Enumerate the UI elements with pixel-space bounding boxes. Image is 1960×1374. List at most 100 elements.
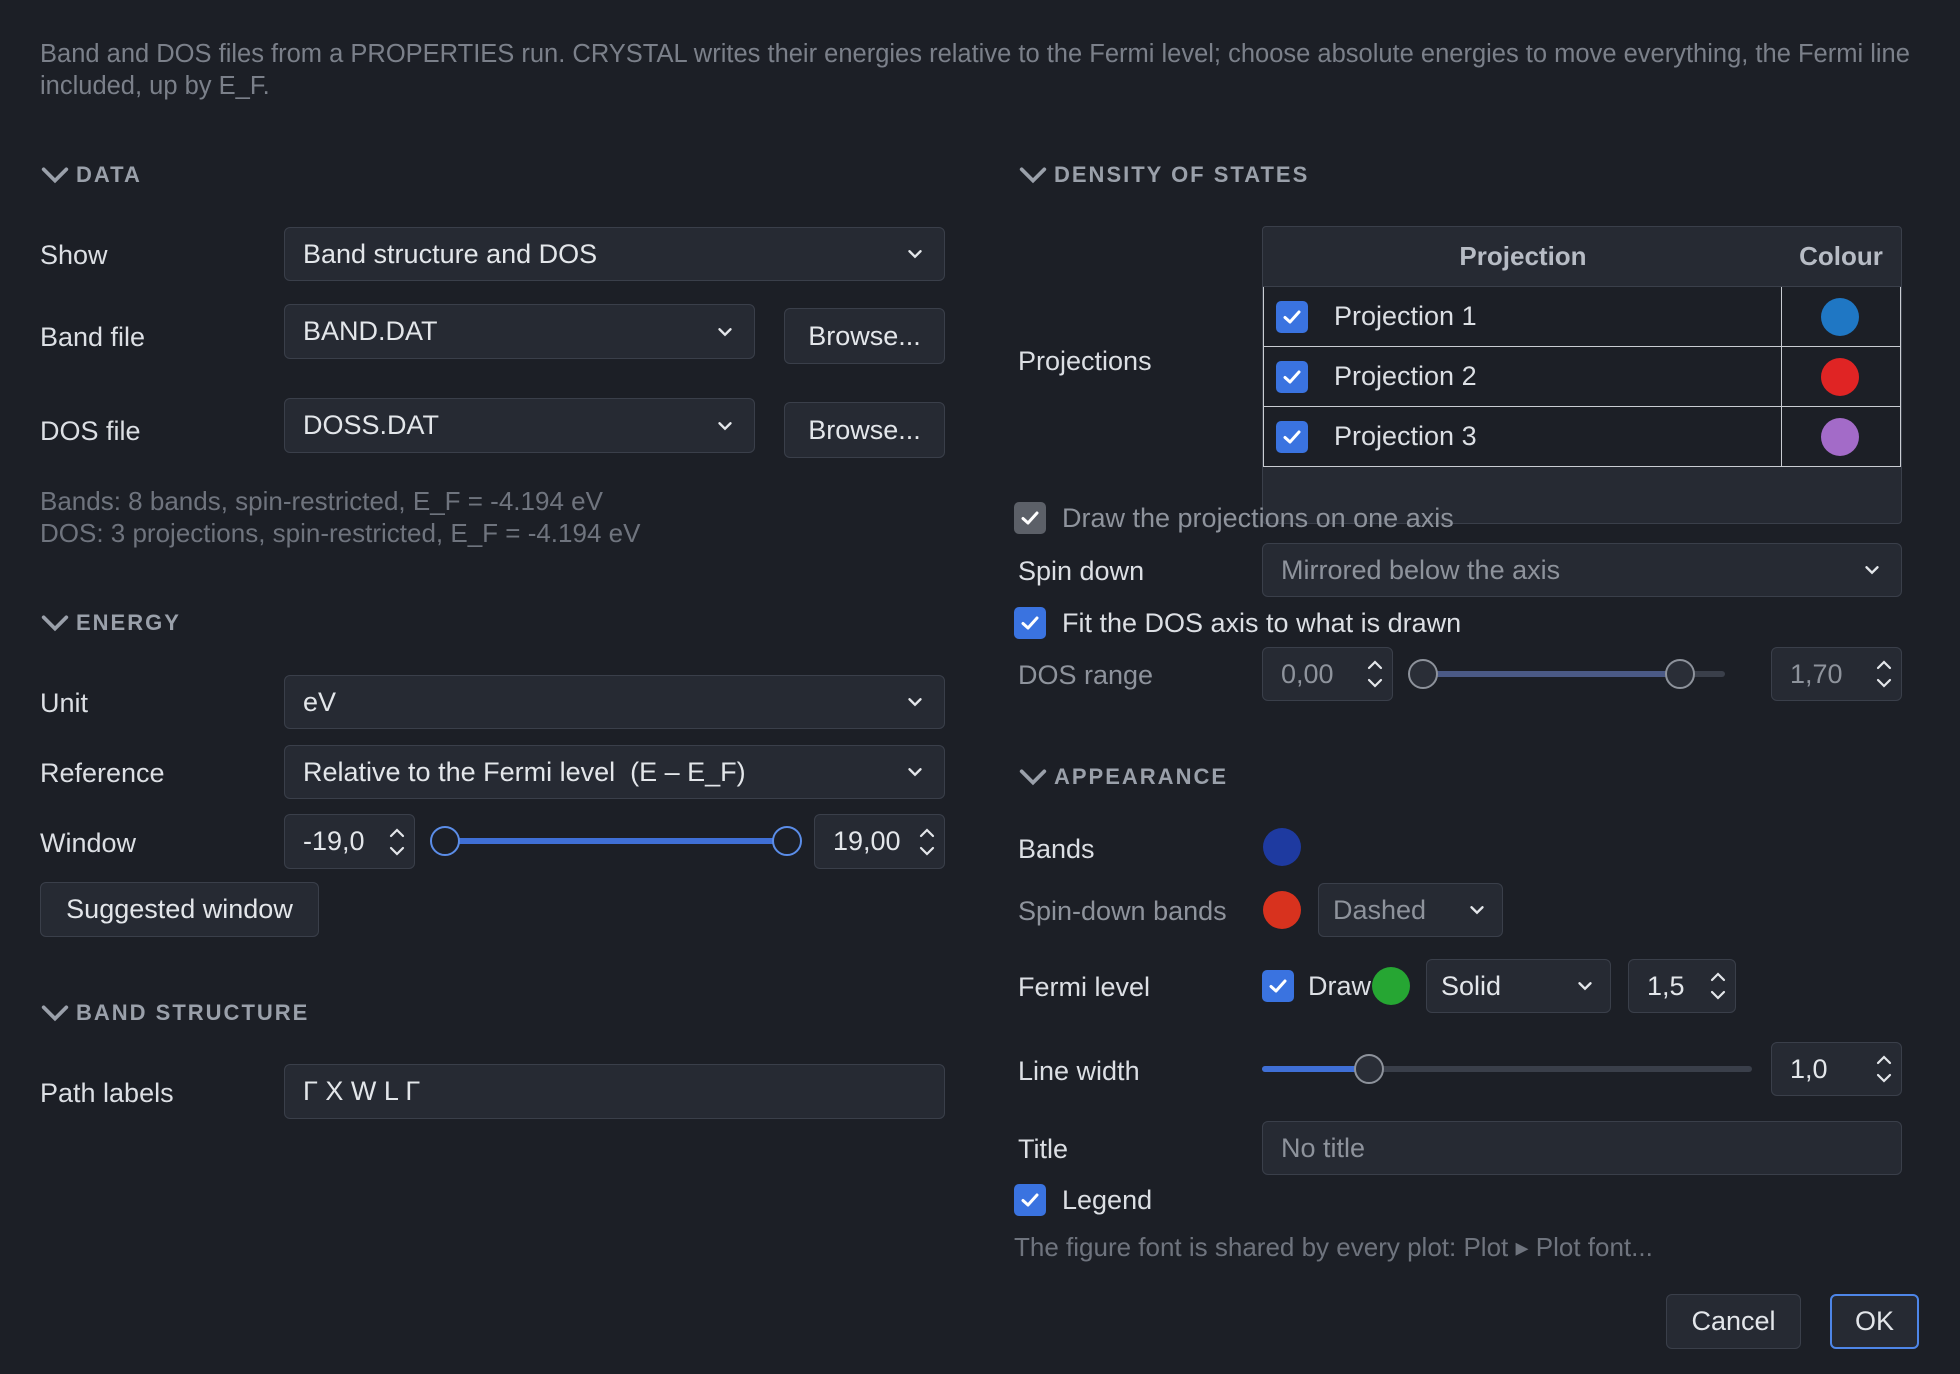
window-min-handle[interactable]	[430, 826, 460, 856]
chevron-up-icon[interactable]	[1709, 970, 1727, 984]
fit-axis-checkbox[interactable]	[1014, 607, 1046, 639]
band-browse-button[interactable]: Browse...	[784, 308, 945, 364]
chevron-down-icon[interactable]	[388, 844, 406, 858]
checkmark-icon	[1021, 1193, 1039, 1207]
line-width-value: 1,0	[1790, 1053, 1828, 1084]
dos-range-max-handle[interactable]	[1664, 659, 1695, 689]
dos-range-max-spinbox[interactable]: 1,70	[1771, 647, 1902, 701]
ok-button[interactable]: OK	[1830, 1294, 1919, 1349]
one-axis-option[interactable]: Draw the projections on one axis	[1014, 502, 1454, 534]
projection-1-color-swatch[interactable]	[1821, 297, 1859, 336]
projection-column-header[interactable]: Projection	[1263, 241, 1783, 272]
window-range-slider[interactable]	[430, 826, 802, 856]
reference-select[interactable]: Relative to the Fermi level (E – E_F)	[284, 745, 945, 799]
one-axis-label: Draw the projections on one axis	[1062, 502, 1454, 533]
projection-3-checkbox[interactable]	[1276, 420, 1308, 453]
projection-1-checkbox[interactable]	[1276, 300, 1308, 333]
path-labels-value: Γ X W L Γ	[303, 1076, 421, 1106]
fermi-draw-checkbox[interactable]	[1262, 970, 1294, 1002]
table-row[interactable]: Projection 2	[1263, 347, 1901, 407]
data-section-header[interactable]: DATA	[38, 158, 142, 192]
table-row[interactable]: Projection 1	[1263, 287, 1901, 347]
projection-2-checkbox[interactable]	[1276, 360, 1308, 393]
window-max-handle[interactable]	[772, 826, 802, 856]
chevron-down-icon	[1470, 906, 1484, 915]
window-max-spinbox[interactable]: 19,00	[814, 814, 945, 869]
checkmark-icon	[1283, 430, 1301, 443]
colour-column-header[interactable]: Colour	[1783, 241, 1899, 272]
dos-section-header[interactable]: DENSITY OF STATES	[1016, 158, 1309, 192]
reference-label: Reference	[40, 758, 165, 788]
path-labels-label: Path labels	[40, 1078, 174, 1108]
fermi-width-spinbox[interactable]: 1,5	[1628, 959, 1736, 1013]
title-label: Title	[1018, 1134, 1069, 1164]
band-file-select[interactable]: BAND.DAT	[284, 304, 755, 359]
line-width-slider[interactable]	[1262, 1054, 1752, 1084]
appearance-section-header[interactable]: APPEARANCE	[1016, 760, 1228, 794]
spin-down-value: Mirrored below the axis	[1281, 554, 1561, 585]
projections-table: Projection Colour Projection 1 Projectio…	[1262, 226, 1902, 524]
fermi-draw-label: Draw	[1308, 970, 1372, 1001]
fit-axis-option[interactable]: Fit the DOS axis to what is drawn	[1014, 607, 1461, 639]
chevron-up-icon[interactable]	[1366, 658, 1384, 672]
band-file-label: Band file	[40, 322, 146, 352]
chevron-up-icon[interactable]	[388, 826, 406, 840]
fermi-color-swatch[interactable]	[1372, 967, 1410, 1005]
legend-option[interactable]: Legend	[1014, 1184, 1152, 1216]
chevron-down-icon	[41, 615, 69, 632]
chevron-up-icon[interactable]	[1875, 1053, 1893, 1067]
dos-range-min-spinbox[interactable]: 0,00	[1262, 647, 1393, 701]
dos-range-label: DOS range	[1018, 660, 1154, 690]
chevron-down-icon[interactable]	[1709, 988, 1727, 1002]
spin-down-style-select[interactable]: Dashed	[1318, 883, 1503, 937]
path-labels-input[interactable]: Γ X W L Γ	[284, 1064, 945, 1119]
window-min-spinbox[interactable]: -19,0	[284, 814, 415, 869]
unit-label: Unit	[40, 688, 89, 718]
line-width-spinbox[interactable]: 1,0	[1771, 1042, 1902, 1096]
chevron-down-icon	[718, 421, 732, 430]
fermi-draw-option[interactable]: Draw	[1262, 970, 1371, 1002]
window-max-value: 19,00	[833, 826, 901, 856]
unit-select[interactable]: eV	[284, 675, 945, 729]
one-axis-checkbox[interactable]	[1014, 502, 1046, 534]
dos-range-min-value: 0,00	[1281, 658, 1334, 689]
line-width-fill	[1262, 1066, 1369, 1072]
chevron-down-icon[interactable]	[918, 844, 936, 858]
chevron-up-icon[interactable]	[1875, 658, 1893, 672]
chevron-down-icon[interactable]	[1875, 1071, 1893, 1085]
cancel-button[interactable]: Cancel	[1666, 1294, 1801, 1349]
spin-down-bands-label: Spin-down bands	[1018, 896, 1227, 926]
band-structure-section-header[interactable]: BAND STRUCTURE	[38, 996, 309, 1030]
energy-section-title: ENERGY	[76, 610, 181, 635]
line-width-handle[interactable]	[1354, 1054, 1384, 1084]
suggested-window-button[interactable]: Suggested window	[40, 882, 319, 937]
title-input[interactable]	[1262, 1121, 1902, 1175]
chevron-down-icon	[908, 768, 922, 777]
line-width-label: Line width	[1018, 1056, 1140, 1086]
projection-3-color-swatch[interactable]	[1821, 417, 1859, 456]
table-row[interactable]: Projection 3	[1263, 407, 1901, 467]
dos-file-select[interactable]: DOSS.DAT	[284, 398, 755, 453]
chevron-down-icon[interactable]	[1366, 676, 1384, 690]
appearance-section-title: APPEARANCE	[1054, 764, 1229, 789]
checkmark-icon	[1021, 511, 1039, 525]
dos-range-slider[interactable]	[1408, 659, 1740, 689]
checkmark-icon	[1283, 370, 1301, 383]
spin-down-bands-color-swatch[interactable]	[1263, 891, 1301, 929]
dos-range-max-value: 1,70	[1790, 658, 1843, 689]
fermi-style-select[interactable]: Solid	[1426, 959, 1611, 1013]
projection-2-color-swatch[interactable]	[1821, 357, 1859, 396]
chevron-down-icon	[1019, 769, 1047, 786]
energy-section-header[interactable]: ENERGY	[38, 606, 181, 640]
chevron-down-icon	[1865, 566, 1879, 575]
dos-range-min-handle[interactable]	[1408, 659, 1438, 689]
chevron-up-icon[interactable]	[918, 826, 936, 840]
spin-down-select[interactable]: Mirrored below the axis	[1262, 543, 1902, 597]
bands-label: Bands	[1018, 834, 1095, 864]
dos-browse-button[interactable]: Browse...	[784, 402, 945, 458]
chevron-down-icon[interactable]	[1875, 676, 1893, 690]
legend-checkbox[interactable]	[1014, 1184, 1046, 1216]
bands-color-swatch[interactable]	[1263, 828, 1301, 866]
chevron-down-icon	[1019, 167, 1047, 184]
show-select[interactable]: Band structure and DOS	[284, 227, 945, 281]
